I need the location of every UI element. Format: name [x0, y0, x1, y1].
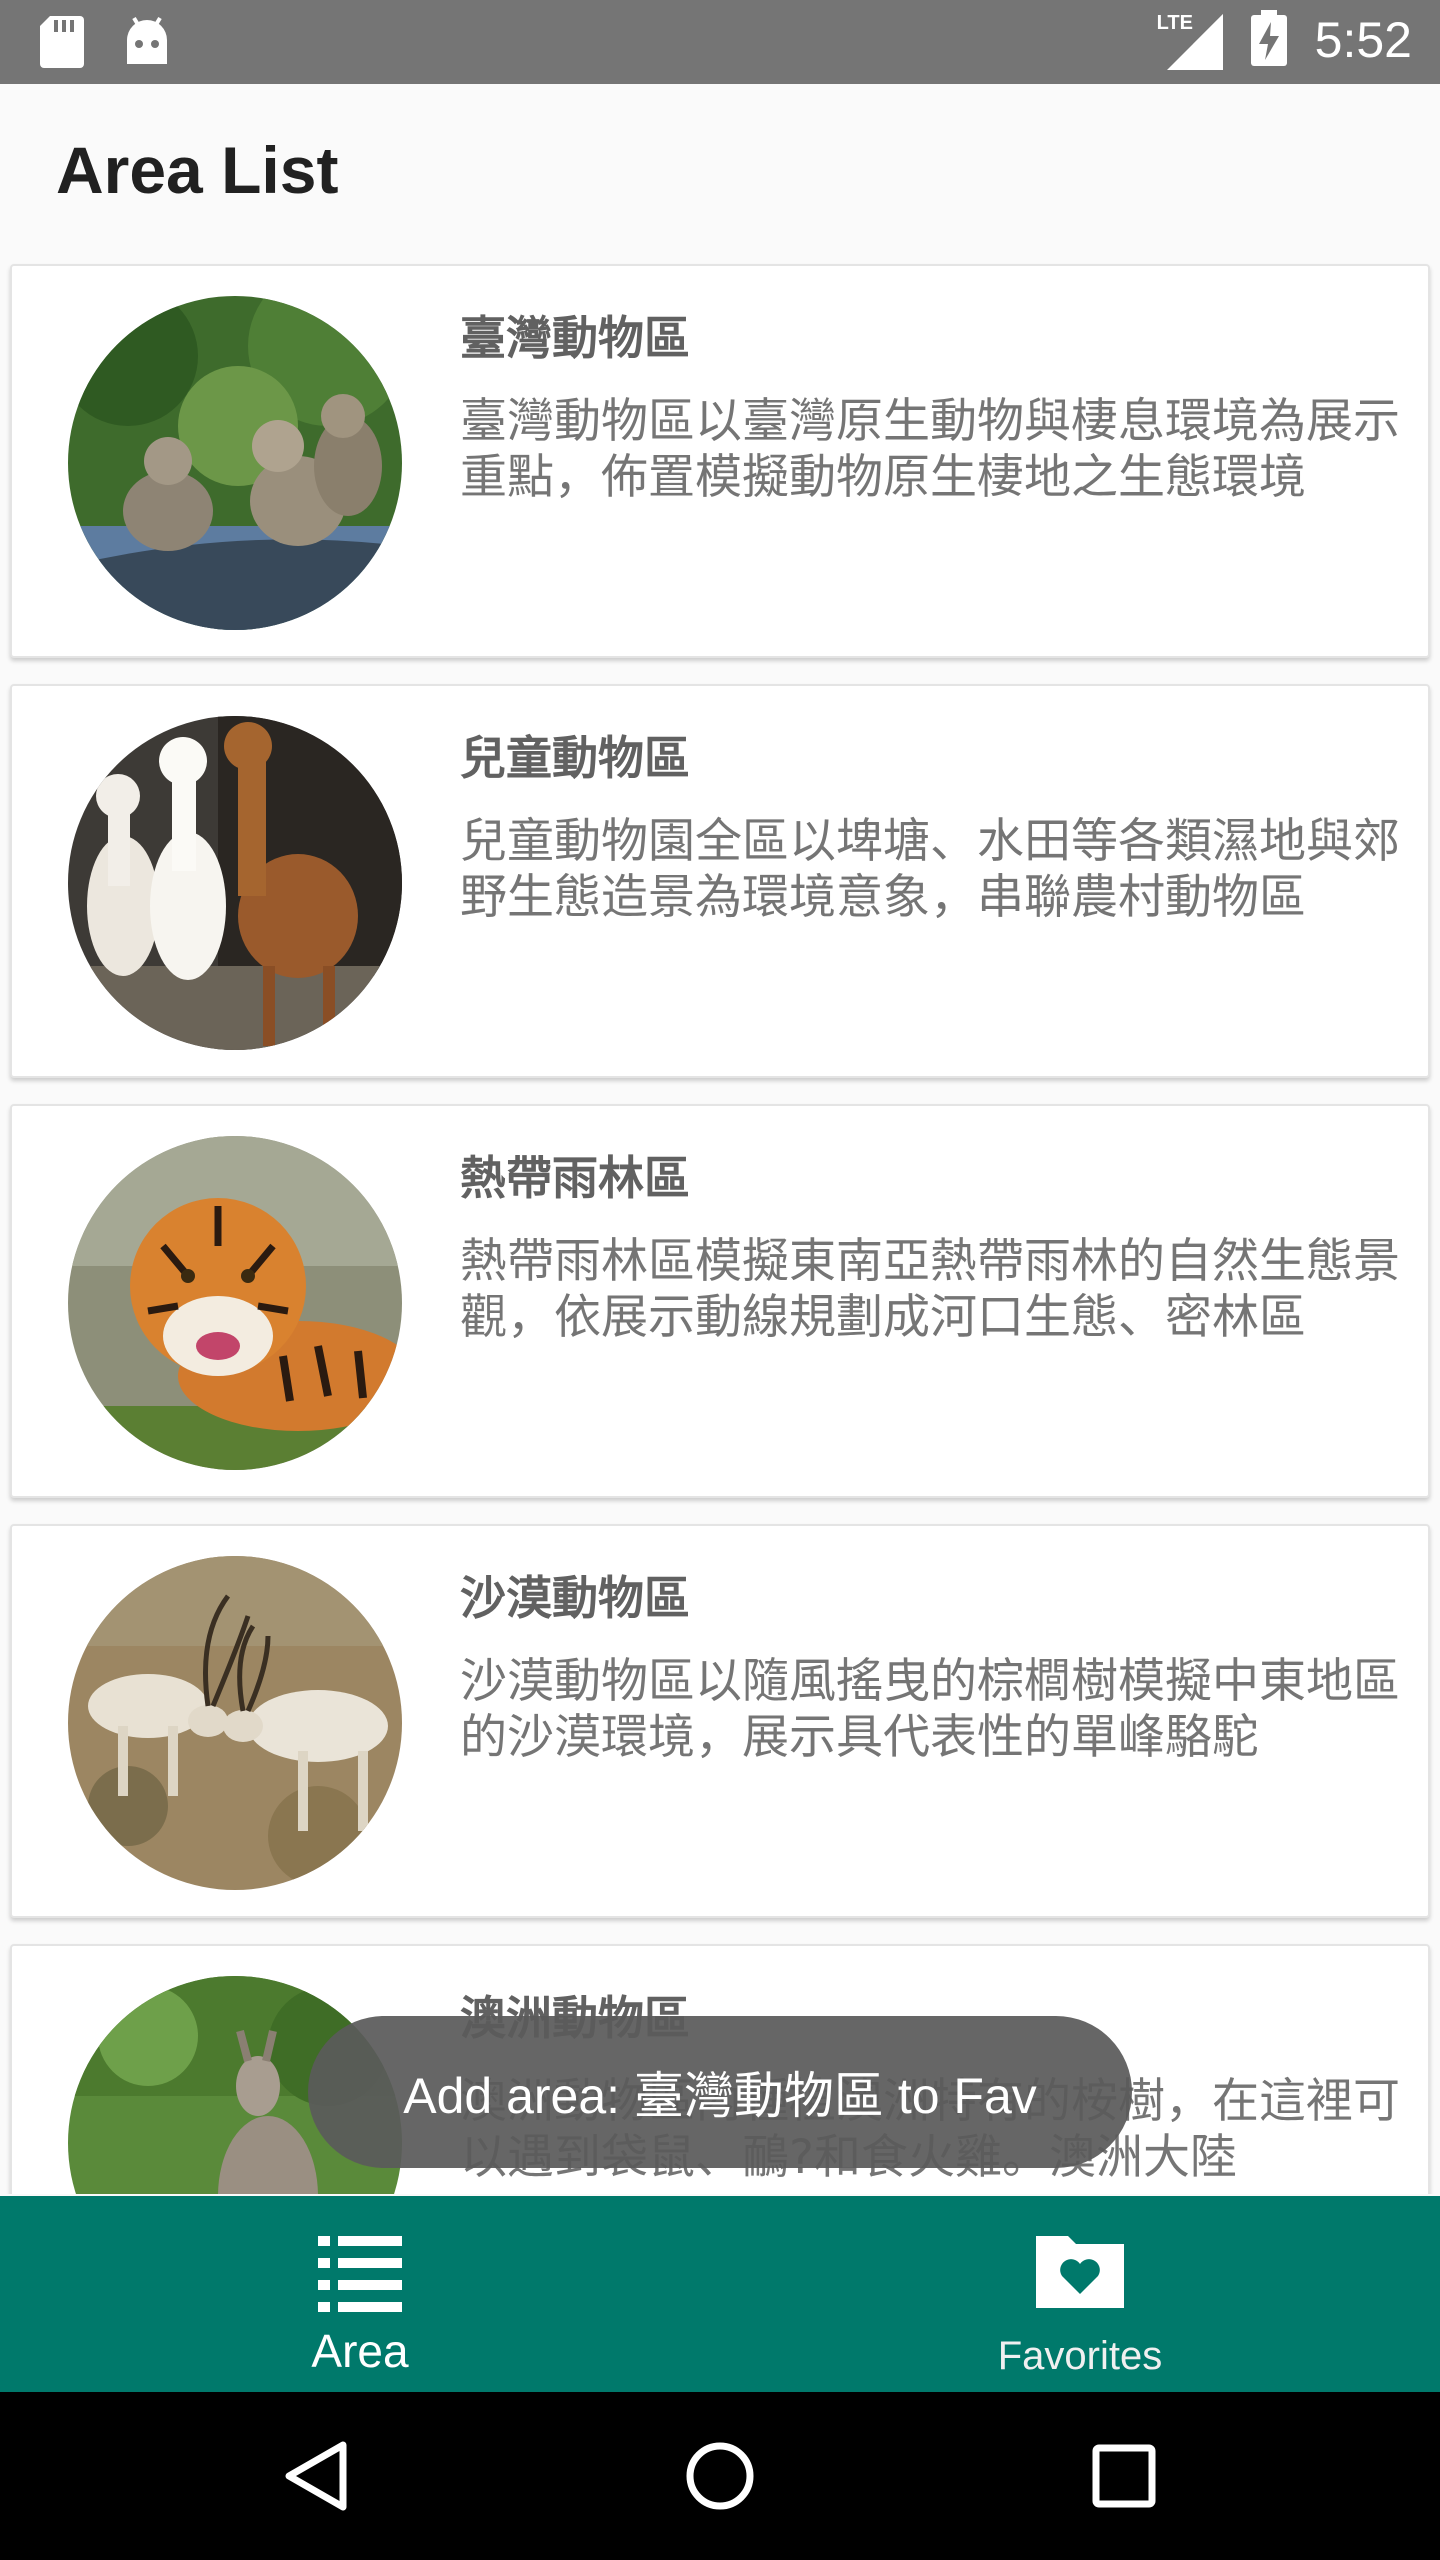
page-title: Area List [56, 133, 339, 207]
network-type-label: LTE [1156, 12, 1193, 34]
sd-card-icon [40, 16, 84, 72]
back-icon[interactable] [266, 2426, 366, 2526]
home-icon[interactable] [670, 2426, 770, 2526]
nav-item-favorites[interactable]: Favorites [720, 2196, 1440, 2392]
area-description: 熱帶雨林區模擬東南亞熱帶雨林的自然生態景觀，依展示動線規劃成河口生態、密林區 [460, 1234, 1400, 1345]
area-card[interactable]: 臺灣動物區 臺灣動物區以臺灣原生動物與棲息環境為展示重點，佈置模擬動物原生棲地之… [10, 264, 1430, 658]
nav-label-favorites: Favorites [997, 2334, 1163, 2378]
area-card[interactable]: 沙漠動物區 沙漠動物區以隨風搖曳的棕櫚樹模擬中東地區的沙漠環境，展示具代表性的單… [10, 1524, 1430, 1918]
area-image-tiger [68, 1136, 402, 1470]
area-card[interactable]: 兒童動物區 兒童動物園全區以埤塘、水田等各類濕地與郊野生態造景為環境意象，串聯農… [10, 684, 1430, 1078]
signal-icon: LTE [1157, 10, 1223, 70]
area-card[interactable]: 熱帶雨林區 熱帶雨林區模擬東南亞熱帶雨林的自然生態景觀，依展示動線規劃成河口生態… [10, 1104, 1430, 1498]
area-name: 兒童動物區 [460, 731, 690, 785]
area-image-macaques [68, 296, 402, 630]
status-bar: LTE 5:52 [0, 0, 1440, 84]
android-icon [124, 16, 170, 72]
nav-item-area[interactable]: Area [0, 2196, 720, 2392]
toast: Add area: 臺灣動物區 to Fav [308, 2016, 1132, 2168]
area-description: 沙漠動物區以隨風搖曳的棕櫚樹模擬中東地區的沙漠環境，展示具代表性的單峰駱駝 [460, 1654, 1400, 1765]
area-name: 熱帶雨林區 [460, 1151, 690, 1205]
system-navigation-bar [0, 2392, 1440, 2560]
toast-message: Add area: 臺灣動物區 to Fav [403, 2068, 1037, 2124]
area-image-alpacas [68, 716, 402, 1050]
nav-label-area: Area [311, 2325, 409, 2377]
bottom-navigation: Area Favorites [0, 2196, 1440, 2392]
list-icon [312, 2224, 408, 2320]
app-bar: Area List [0, 84, 1440, 256]
area-description: 兒童動物園全區以埤塘、水田等各類濕地與郊野生態造景為環境意象，串聯農村動物區 [460, 814, 1400, 925]
area-name: 沙漠動物區 [460, 1571, 690, 1625]
area-list[interactable]: 臺灣動物區 臺灣動物區以臺灣原生動物與棲息環境為展示重點，佈置模擬動物原生棲地之… [0, 262, 1440, 2194]
battery-charging-icon [1250, 10, 1287, 70]
area-image-antelopes [68, 1556, 402, 1890]
area-name: 臺灣動物區 [460, 311, 690, 365]
recents-icon[interactable] [1074, 2426, 1174, 2526]
area-description: 臺灣動物區以臺灣原生動物與棲息環境為展示重點，佈置模擬動物原生棲地之生態環境 [460, 394, 1400, 505]
clock: 5:52 [1314, 12, 1412, 68]
favorite-folder-icon [1032, 2228, 1128, 2324]
